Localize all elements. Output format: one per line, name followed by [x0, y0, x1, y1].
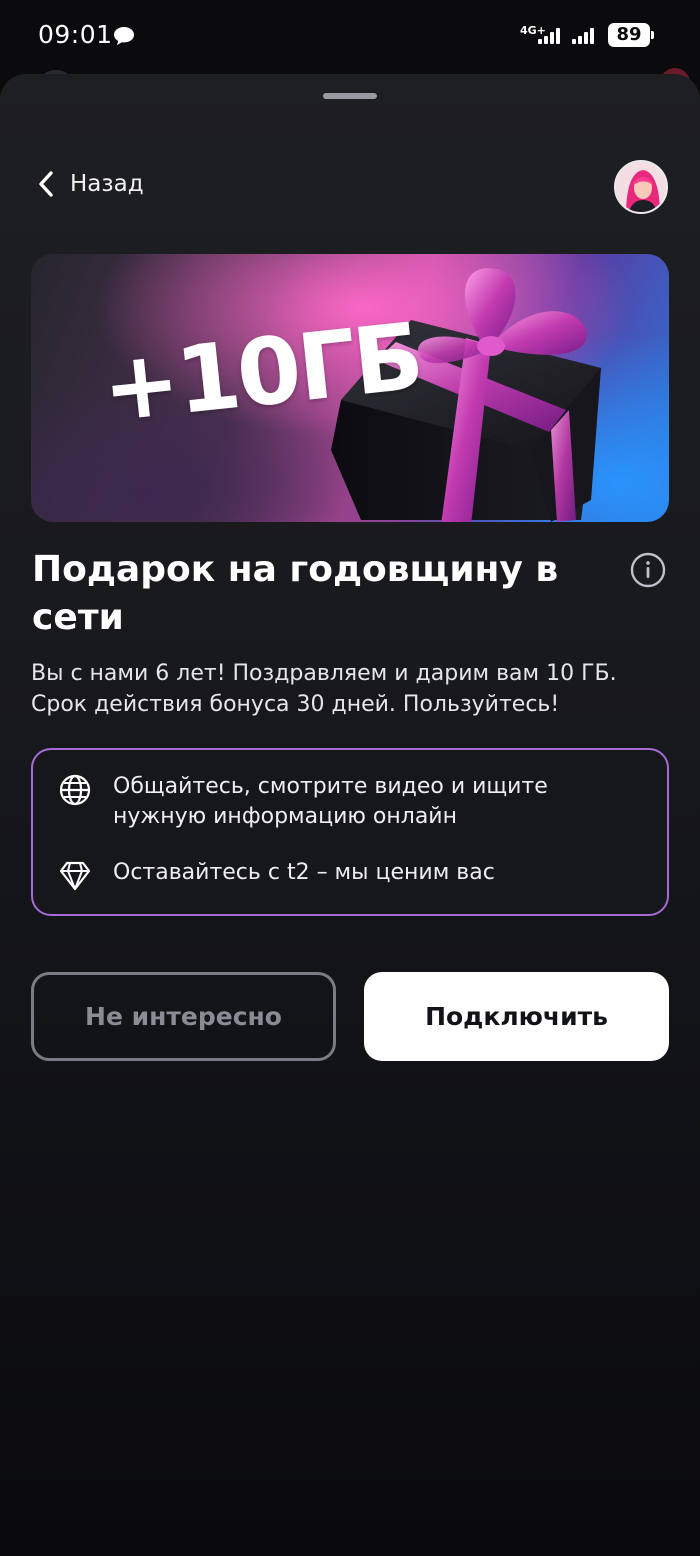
- battery-cap: [651, 31, 654, 39]
- feature-text: Общайтесь, смотрите видео и ищите нужную…: [113, 774, 548, 829]
- status-bar: 09:01 4G+ 89: [0, 0, 700, 72]
- avatar[interactable]: [614, 160, 668, 214]
- battery-icon: 89: [608, 23, 654, 47]
- offer-title: Подарок на годовщину в сети: [32, 549, 559, 638]
- offer-sheet: Назад +10ГБ Подарок на годовщину в сети …: [0, 74, 700, 1556]
- decline-button[interactable]: Не интересно: [31, 972, 336, 1061]
- feature-text: Оставайтесь с t2 – мы ценим вас: [113, 860, 495, 885]
- back-label: Назад: [70, 171, 144, 197]
- signal-icon-sim2: [572, 28, 594, 44]
- promo-banner: +10ГБ: [31, 254, 669, 522]
- offer-description: Вы с нами 6 лет! Поздравляем и дарим вам…: [31, 661, 617, 717]
- signal-icon: [538, 28, 560, 44]
- globe-icon: [59, 774, 91, 806]
- chat-bubble-icon: [114, 27, 134, 45]
- chevron-left-icon: [39, 171, 53, 197]
- sheet-drag-handle[interactable]: [323, 93, 377, 99]
- status-time: 09:01: [38, 20, 113, 49]
- avatar-image: [616, 162, 666, 212]
- back-button[interactable]: Назад: [36, 166, 144, 202]
- connect-button[interactable]: Подключить: [364, 972, 669, 1061]
- feature-item: Оставайтесь с t2 – мы ценим вас: [57, 858, 613, 894]
- battery-level: 89: [608, 23, 650, 47]
- feature-item: Общайтесь, смотрите видео и ищите нужную…: [57, 772, 613, 832]
- info-icon[interactable]: [630, 552, 666, 588]
- diamond-icon: [59, 861, 91, 891]
- features-card: Общайтесь, смотрите видео и ищите нужную…: [31, 748, 669, 916]
